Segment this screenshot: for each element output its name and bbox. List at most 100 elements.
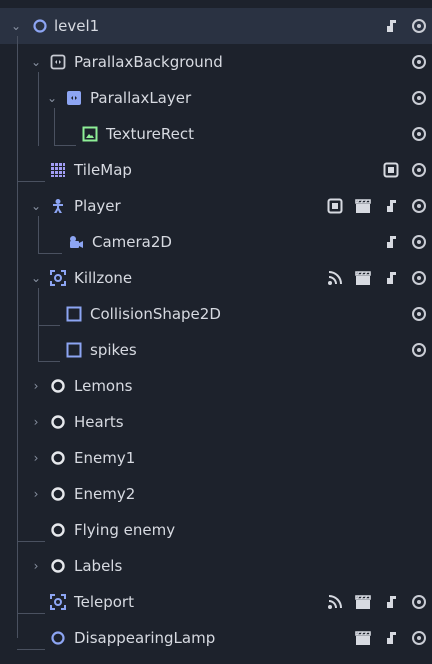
tree-guide-line bbox=[54, 145, 76, 146]
tree-item-flying-enemy[interactable]: Flying enemy bbox=[0, 512, 432, 548]
node-circle-white-icon bbox=[48, 412, 68, 432]
tree-item-spikes[interactable]: spikes bbox=[0, 332, 432, 368]
collision-shape-icon bbox=[64, 340, 84, 360]
tree-guide-line bbox=[54, 108, 55, 146]
tree-guide-line bbox=[17, 181, 45, 182]
tree-item-actions bbox=[410, 340, 428, 360]
scene-clapper-icon[interactable] bbox=[354, 629, 372, 647]
tree-item-actions bbox=[326, 268, 428, 288]
tree-item-label: level1 bbox=[54, 17, 100, 35]
tree-item-label: Player bbox=[74, 197, 121, 215]
tree-item-label: Killzone bbox=[74, 269, 133, 287]
visibility-eye-icon[interactable] bbox=[410, 341, 428, 359]
visibility-eye-icon[interactable] bbox=[410, 593, 428, 611]
tree-guide-line bbox=[38, 361, 60, 362]
node-circle-white-icon bbox=[48, 448, 68, 468]
group-icon[interactable] bbox=[382, 161, 400, 179]
scene-clapper-icon[interactable] bbox=[354, 197, 372, 215]
script-icon[interactable] bbox=[382, 233, 400, 251]
visibility-eye-icon[interactable] bbox=[410, 125, 428, 143]
tree-item-camera2d[interactable]: Camera2D bbox=[0, 224, 432, 260]
script-icon[interactable] bbox=[382, 197, 400, 215]
tree-guide-line bbox=[17, 649, 45, 650]
tree-item-disappearinglamp[interactable]: DisappearingLamp bbox=[0, 620, 432, 656]
tree-item-player[interactable]: ⌄ Player bbox=[0, 188, 432, 224]
tree-item-label: Enemy1 bbox=[74, 449, 136, 467]
signal-icon[interactable] bbox=[326, 269, 344, 287]
chevron-right-icon[interactable]: › bbox=[28, 486, 44, 502]
script-icon[interactable] bbox=[382, 629, 400, 647]
scene-clapper-icon[interactable] bbox=[354, 593, 372, 611]
scene-clapper-icon[interactable] bbox=[354, 269, 372, 287]
script-icon[interactable] bbox=[382, 593, 400, 611]
visibility-eye-icon[interactable] bbox=[410, 269, 428, 287]
script-icon[interactable] bbox=[382, 17, 400, 35]
tree-guide-line bbox=[38, 325, 60, 326]
visibility-eye-icon[interactable] bbox=[410, 53, 428, 71]
node-circle-white-icon bbox=[48, 376, 68, 396]
visibility-eye-icon[interactable] bbox=[410, 233, 428, 251]
parallax-background-icon bbox=[48, 52, 68, 72]
node-circle-icon bbox=[48, 628, 68, 648]
tree-guide-line bbox=[38, 72, 39, 146]
visibility-eye-icon[interactable] bbox=[410, 197, 428, 215]
collision-shape-icon bbox=[64, 304, 84, 324]
camera2d-icon bbox=[66, 232, 86, 252]
chevron-down-icon[interactable]: ⌄ bbox=[28, 54, 44, 70]
tree-guide-line bbox=[17, 541, 45, 542]
tree-item-label: ParallaxLayer bbox=[90, 89, 192, 107]
chevron-right-icon[interactable]: › bbox=[28, 558, 44, 574]
chevron-down-icon[interactable]: ⌄ bbox=[28, 270, 44, 286]
chevron-down-icon[interactable]: ⌄ bbox=[8, 18, 24, 34]
tree-item-label: Flying enemy bbox=[74, 521, 176, 539]
tree-item-label: Lemons bbox=[74, 377, 133, 395]
tree-item-actions bbox=[410, 52, 428, 72]
chevron-right-icon[interactable]: › bbox=[28, 450, 44, 466]
script-icon[interactable] bbox=[382, 269, 400, 287]
node-circle-white-icon bbox=[48, 556, 68, 576]
tree-item-parallaxlayer[interactable]: ⌄ ParallaxLayer bbox=[0, 80, 432, 116]
tree-item-level1[interactable]: ⌄ level1 bbox=[0, 8, 432, 44]
area2d-icon bbox=[48, 268, 68, 288]
tree-item-labels[interactable]: › Labels bbox=[0, 548, 432, 584]
tree-item-label: spikes bbox=[90, 341, 137, 359]
texture-rect-icon bbox=[80, 124, 100, 144]
visibility-eye-icon[interactable] bbox=[410, 161, 428, 179]
chevron-down-icon[interactable]: ⌄ bbox=[28, 198, 44, 214]
character-body-icon bbox=[48, 196, 68, 216]
tree-item-actions bbox=[354, 628, 428, 648]
tree-item-enemy2[interactable]: › Enemy2 bbox=[0, 476, 432, 512]
parallax-layer-icon bbox=[64, 88, 84, 108]
tree-item-enemy1[interactable]: › Enemy1 bbox=[0, 440, 432, 476]
tree-item-parallaxbackground[interactable]: ⌄ ParallaxBackground bbox=[0, 44, 432, 80]
tree-item-actions bbox=[410, 124, 428, 144]
tree-item-hearts[interactable]: › Hearts bbox=[0, 404, 432, 440]
chevron-down-icon[interactable]: ⌄ bbox=[44, 90, 60, 106]
visibility-eye-icon[interactable] bbox=[410, 89, 428, 107]
node-circle-white-icon bbox=[48, 484, 68, 504]
tree-item-label: Enemy2 bbox=[74, 485, 136, 503]
visibility-eye-icon[interactable] bbox=[410, 305, 428, 323]
node-circle-icon bbox=[30, 16, 50, 36]
tree-item-actions bbox=[410, 304, 428, 324]
tree-item-label: Teleport bbox=[74, 593, 134, 611]
chevron-right-icon[interactable]: › bbox=[28, 414, 44, 430]
tree-guide-line bbox=[38, 253, 62, 254]
tree-item-actions bbox=[326, 592, 428, 612]
tree-item-collisionshape2d[interactable]: CollisionShape2D bbox=[0, 296, 432, 332]
chevron-right-icon[interactable]: › bbox=[28, 378, 44, 394]
tree-item-actions bbox=[382, 160, 428, 180]
tree-guide-line bbox=[17, 36, 18, 638]
tree-item-teleport[interactable]: Teleport bbox=[0, 584, 432, 620]
scene-tree: ⌄ level1 ⌄ ParallaxBackground ⌄ Parallax… bbox=[0, 0, 432, 664]
tree-item-texturerect[interactable]: TextureRect bbox=[0, 116, 432, 152]
tree-item-tilemap[interactable]: TileMap bbox=[0, 152, 432, 188]
node-circle-white-icon bbox=[48, 520, 68, 540]
tree-item-killzone[interactable]: ⌄ Killzone bbox=[0, 260, 432, 296]
tree-item-actions bbox=[382, 16, 428, 36]
visibility-eye-icon[interactable] bbox=[410, 629, 428, 647]
signal-icon[interactable] bbox=[326, 593, 344, 611]
visibility-eye-icon[interactable] bbox=[410, 17, 428, 35]
tree-item-lemons[interactable]: › Lemons bbox=[0, 368, 432, 404]
group-icon[interactable] bbox=[326, 197, 344, 215]
